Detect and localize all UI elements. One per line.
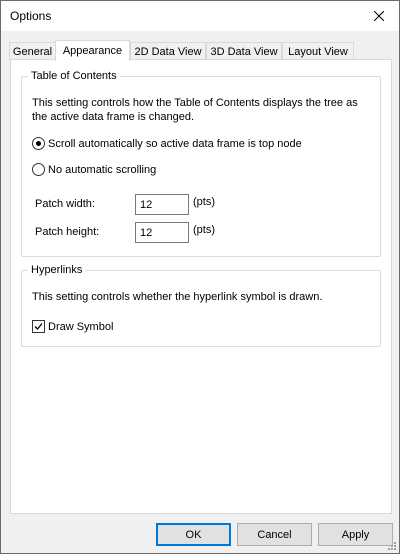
hyperlinks-description: This setting controls whether the hyperl…	[32, 291, 323, 303]
ok-button[interactable]: OK	[156, 523, 231, 546]
window-title: Options	[10, 9, 52, 23]
radio-scroll-automatically[interactable]	[32, 137, 45, 150]
draw-symbol-checkbox[interactable]	[32, 320, 45, 333]
radio-scroll-label[interactable]: Scroll automatically so active data fram…	[48, 138, 302, 150]
patch-width-input[interactable]	[135, 194, 189, 215]
radio-selected-dot	[36, 141, 41, 146]
apply-button[interactable]: Apply	[318, 523, 393, 546]
cancel-button[interactable]: Cancel	[237, 523, 312, 546]
draw-symbol-label[interactable]: Draw Symbol	[48, 321, 113, 333]
tab-appearance[interactable]: Appearance	[55, 40, 130, 61]
patch-width-label: Patch width:	[35, 198, 95, 210]
radio-none-label[interactable]: No automatic scrolling	[48, 164, 156, 176]
appearance-panel: Table of Contents This setting controls …	[10, 59, 392, 514]
tab-3d-data-view[interactable]: 3D Data View	[206, 42, 282, 60]
tab-2d-data-view[interactable]: 2D Data View	[130, 42, 206, 60]
close-icon	[374, 11, 384, 21]
patch-width-unit: (pts)	[193, 196, 215, 208]
hyperlinks-groupbox: Hyperlinks This setting controls whether…	[21, 264, 381, 347]
tab-general[interactable]: General	[9, 42, 56, 60]
options-dialog: Options General Appearance 2D Data View …	[0, 0, 400, 554]
patch-height-input[interactable]	[135, 222, 189, 243]
size-grip-icon[interactable]	[386, 540, 397, 551]
close-button[interactable]	[359, 1, 399, 31]
checkmark-icon	[34, 323, 43, 330]
title-bar: Options	[1, 1, 399, 31]
patch-height-label: Patch height:	[35, 226, 100, 238]
patch-height-unit: (pts)	[193, 224, 215, 236]
hyperlinks-legend: Hyperlinks	[28, 264, 86, 276]
toc-groupbox: Table of Contents This setting controls …	[21, 70, 381, 257]
toc-legend: Table of Contents	[28, 70, 120, 82]
toc-description: This setting controls how the Table of C…	[32, 97, 358, 123]
tab-layout-view[interactable]: Layout View	[282, 42, 354, 60]
radio-no-automatic-scrolling[interactable]	[32, 163, 45, 176]
